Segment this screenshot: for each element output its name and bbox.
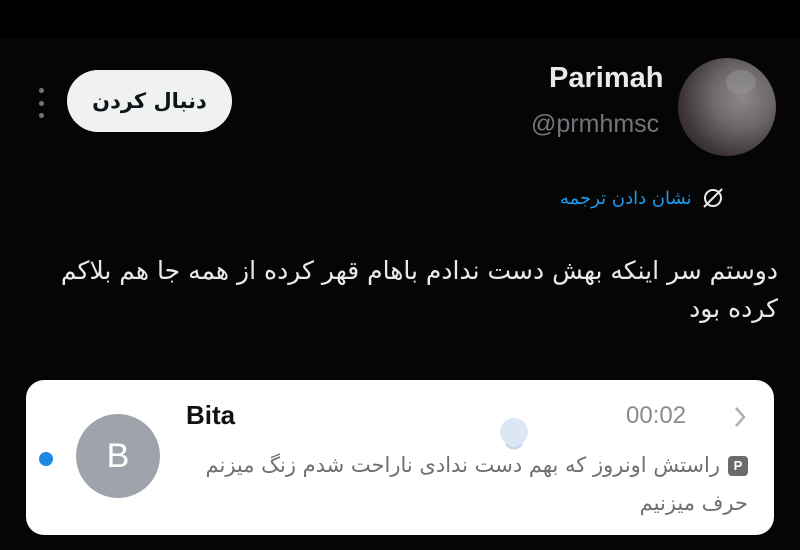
contact-name: Bita	[186, 400, 236, 430]
chevron-right-icon[interactable]	[734, 406, 746, 428]
message-preview: Pراستش اونروز که بهم دست ندادی ناراحت شد…	[186, 446, 748, 522]
p-badge-icon: P	[728, 456, 748, 476]
tweet-text: دوستم سر اینکه بهش دست ندادم باهام قهر ک…	[60, 256, 778, 323]
chat-notification-card[interactable]: B Bita 00:02 Pراستش اونروز که بهم دست ند…	[26, 380, 774, 535]
author-name[interactable]: Parimah	[549, 62, 663, 95]
translate-label: نشان دادن ترجمه	[560, 187, 692, 209]
translate-link[interactable]: نشان دادن ترجمه	[560, 182, 770, 214]
message-time: 00:02	[626, 402, 687, 429]
unread-dot	[39, 452, 53, 466]
follow-button[interactable]: دنبال کردن	[67, 70, 232, 132]
contact-avatar: B	[76, 414, 160, 498]
translate-globe-icon	[702, 188, 723, 208]
top-band	[0, 0, 800, 38]
author-handle[interactable]: @prmhmsc	[531, 110, 659, 139]
message-text: راستش اونروز که بهم دست ندادی ناراحت شدم…	[205, 453, 748, 515]
more-options-icon[interactable]	[32, 88, 50, 118]
author-avatar[interactable]	[678, 58, 776, 156]
